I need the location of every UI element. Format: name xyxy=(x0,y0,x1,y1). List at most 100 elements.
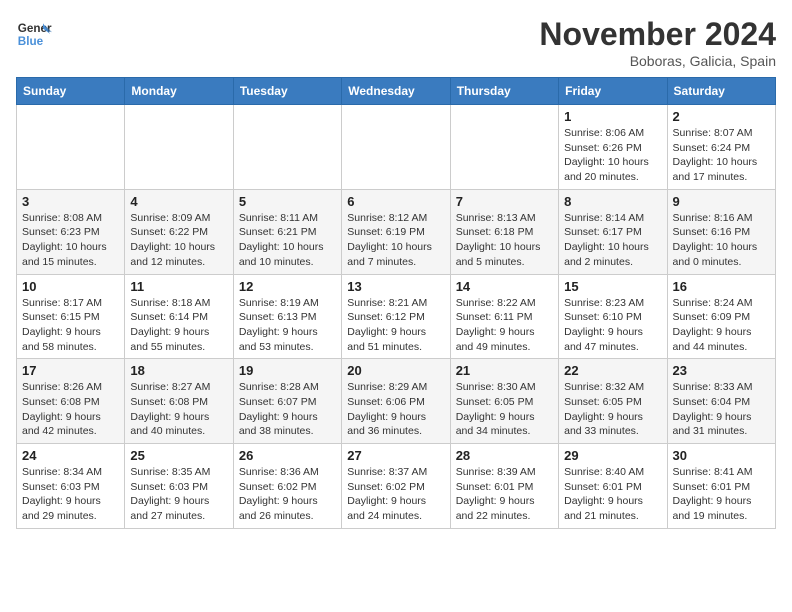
day-number: 28 xyxy=(456,448,553,463)
day-info: Sunrise: 8:36 AM Sunset: 6:02 PM Dayligh… xyxy=(239,465,336,524)
calendar-week-3: 10 Sunrise: 8:17 AM Sunset: 6:15 PM Dayli… xyxy=(17,274,776,359)
day-info: Sunrise: 8:12 AM Sunset: 6:19 PM Dayligh… xyxy=(347,211,444,270)
calendar-cell: 3Sunrise: 8:08 AM Sunset: 6:23 PM Daylig… xyxy=(17,189,125,274)
day-number: 8 xyxy=(564,194,661,209)
svg-text:Blue: Blue xyxy=(18,35,44,48)
calendar-cell xyxy=(233,105,341,190)
day-info: Sunrise: 8:16 AM Sunset: 6:16 PM Dayligh… xyxy=(673,211,770,270)
page-header: General Blue November 2024 Boboras, Gali… xyxy=(16,16,776,69)
day-info: Sunrise: 8:24 AM Sunset: 6:09 PM Dayligh… xyxy=(673,296,770,355)
location-subtitle: Boboras, Galicia, Spain xyxy=(539,53,776,69)
calendar-cell: 9 Sunrise: 8:16 AM Sunset: 6:16 PM Daylig… xyxy=(667,189,775,274)
logo: General Blue xyxy=(16,16,52,52)
day-info: Sunrise: 8:30 AM Sunset: 6:05 PM Dayligh… xyxy=(456,380,553,439)
day-info: Sunrise: 8:35 AM Sunset: 6:03 PM Dayligh… xyxy=(130,465,227,524)
day-number: 2 xyxy=(673,109,770,124)
day-number: 18 xyxy=(130,363,227,378)
calendar-cell: 27 Sunrise: 8:37 AM Sunset: 6:02 PM Dayli… xyxy=(342,444,450,529)
calendar-cell: 24 Sunrise: 8:34 AM Sunset: 6:03 PM Dayli… xyxy=(17,444,125,529)
day-info: Sunrise: 8:28 AM Sunset: 6:07 PM Dayligh… xyxy=(239,380,336,439)
calendar-cell: 28 Sunrise: 8:39 AM Sunset: 6:01 PM Dayli… xyxy=(450,444,558,529)
calendar-cell: 11 Sunrise: 8:18 AM Sunset: 6:14 PM Dayli… xyxy=(125,274,233,359)
day-number: 5 xyxy=(239,194,336,209)
day-number: 25 xyxy=(130,448,227,463)
day-number: 14 xyxy=(456,279,553,294)
calendar-cell: 14 Sunrise: 8:22 AM Sunset: 6:11 PM Dayli… xyxy=(450,274,558,359)
day-number: 17 xyxy=(22,363,119,378)
day-info: Sunrise: 8:23 AM Sunset: 6:10 PM Dayligh… xyxy=(564,296,661,355)
title-block: November 2024 Boboras, Galicia, Spain xyxy=(539,16,776,69)
calendar-cell: 6 Sunrise: 8:12 AM Sunset: 6:19 PM Daylig… xyxy=(342,189,450,274)
day-info: Sunrise: 8:06 AM Sunset: 6:26 PM Dayligh… xyxy=(564,126,661,185)
day-info: Sunrise: 8:33 AM Sunset: 6:04 PM Dayligh… xyxy=(673,380,770,439)
calendar-cell: 25 Sunrise: 8:35 AM Sunset: 6:03 PM Dayli… xyxy=(125,444,233,529)
calendar-cell: 23 Sunrise: 8:33 AM Sunset: 6:04 PM Dayli… xyxy=(667,359,775,444)
day-info: Sunrise: 8:27 AM Sunset: 6:08 PM Dayligh… xyxy=(130,380,227,439)
calendar-cell: 12 Sunrise: 8:19 AM Sunset: 6:13 PM Dayli… xyxy=(233,274,341,359)
day-info: Sunrise: 8:29 AM Sunset: 6:06 PM Dayligh… xyxy=(347,380,444,439)
calendar-week-1: 1 Sunrise: 8:06 AM Sunset: 6:26 PM Daylig… xyxy=(17,105,776,190)
calendar-cell: 18 Sunrise: 8:27 AM Sunset: 6:08 PM Dayli… xyxy=(125,359,233,444)
day-info: Sunrise: 8:37 AM Sunset: 6:02 PM Dayligh… xyxy=(347,465,444,524)
calendar-cell: 26 Sunrise: 8:36 AM Sunset: 6:02 PM Dayli… xyxy=(233,444,341,529)
day-info: Sunrise: 8:32 AM Sunset: 6:05 PM Dayligh… xyxy=(564,380,661,439)
month-title: November 2024 xyxy=(539,16,776,53)
header-thursday: Thursday xyxy=(450,78,558,105)
day-number: 26 xyxy=(239,448,336,463)
day-number: 7 xyxy=(456,194,553,209)
day-number: 29 xyxy=(564,448,661,463)
calendar-cell: 13Sunrise: 8:21 AM Sunset: 6:12 PM Dayli… xyxy=(342,274,450,359)
calendar-header-row: SundayMondayTuesdayWednesdayThursdayFrid… xyxy=(17,78,776,105)
calendar-cell: 8Sunrise: 8:14 AM Sunset: 6:17 PM Daylig… xyxy=(559,189,667,274)
calendar-cell: 16 Sunrise: 8:24 AM Sunset: 6:09 PM Dayli… xyxy=(667,274,775,359)
day-number: 30 xyxy=(673,448,770,463)
day-number: 21 xyxy=(456,363,553,378)
day-info: Sunrise: 8:34 AM Sunset: 6:03 PM Dayligh… xyxy=(22,465,119,524)
calendar-cell: 21 Sunrise: 8:30 AM Sunset: 6:05 PM Dayli… xyxy=(450,359,558,444)
day-info: Sunrise: 8:13 AM Sunset: 6:18 PM Dayligh… xyxy=(456,211,553,270)
day-info: Sunrise: 8:11 AM Sunset: 6:21 PM Dayligh… xyxy=(239,211,336,270)
day-number: 11 xyxy=(130,279,227,294)
calendar-cell: 30 Sunrise: 8:41 AM Sunset: 6:01 PM Dayli… xyxy=(667,444,775,529)
day-number: 22 xyxy=(564,363,661,378)
calendar-cell: 17Sunrise: 8:26 AM Sunset: 6:08 PM Dayli… xyxy=(17,359,125,444)
calendar-week-2: 3Sunrise: 8:08 AM Sunset: 6:23 PM Daylig… xyxy=(17,189,776,274)
header-saturday: Saturday xyxy=(667,78,775,105)
day-info: Sunrise: 8:18 AM Sunset: 6:14 PM Dayligh… xyxy=(130,296,227,355)
calendar-table: SundayMondayTuesdayWednesdayThursdayFrid… xyxy=(16,77,776,529)
day-info: Sunrise: 8:19 AM Sunset: 6:13 PM Dayligh… xyxy=(239,296,336,355)
header-sunday: Sunday xyxy=(17,78,125,105)
calendar-cell: 10 Sunrise: 8:17 AM Sunset: 6:15 PM Dayli… xyxy=(17,274,125,359)
day-number: 23 xyxy=(673,363,770,378)
header-monday: Monday xyxy=(125,78,233,105)
calendar-week-5: 24 Sunrise: 8:34 AM Sunset: 6:03 PM Dayli… xyxy=(17,444,776,529)
header-tuesday: Tuesday xyxy=(233,78,341,105)
calendar-cell: 7 Sunrise: 8:13 AM Sunset: 6:18 PM Daylig… xyxy=(450,189,558,274)
day-info: Sunrise: 8:39 AM Sunset: 6:01 PM Dayligh… xyxy=(456,465,553,524)
calendar-cell: 1 Sunrise: 8:06 AM Sunset: 6:26 PM Daylig… xyxy=(559,105,667,190)
calendar-cell: 22 Sunrise: 8:32 AM Sunset: 6:05 PM Dayli… xyxy=(559,359,667,444)
calendar-cell: 5 Sunrise: 8:11 AM Sunset: 6:21 PM Daylig… xyxy=(233,189,341,274)
day-number: 16 xyxy=(673,279,770,294)
calendar-cell xyxy=(342,105,450,190)
calendar-cell xyxy=(125,105,233,190)
day-number: 9 xyxy=(673,194,770,209)
day-info: Sunrise: 8:40 AM Sunset: 6:01 PM Dayligh… xyxy=(564,465,661,524)
day-info: Sunrise: 8:41 AM Sunset: 6:01 PM Dayligh… xyxy=(673,465,770,524)
calendar-week-4: 17Sunrise: 8:26 AM Sunset: 6:08 PM Dayli… xyxy=(17,359,776,444)
header-friday: Friday xyxy=(559,78,667,105)
day-number: 10 xyxy=(22,279,119,294)
day-info: Sunrise: 8:07 AM Sunset: 6:24 PM Dayligh… xyxy=(673,126,770,185)
calendar-cell: 4Sunrise: 8:09 AM Sunset: 6:22 PM Daylig… xyxy=(125,189,233,274)
day-info: Sunrise: 8:17 AM Sunset: 6:15 PM Dayligh… xyxy=(22,296,119,355)
day-number: 19 xyxy=(239,363,336,378)
day-info: Sunrise: 8:22 AM Sunset: 6:11 PM Dayligh… xyxy=(456,296,553,355)
day-info: Sunrise: 8:08 AM Sunset: 6:23 PM Dayligh… xyxy=(22,211,119,270)
day-number: 1 xyxy=(564,109,661,124)
day-info: Sunrise: 8:21 AM Sunset: 6:12 PM Dayligh… xyxy=(347,296,444,355)
day-number: 6 xyxy=(347,194,444,209)
day-number: 24 xyxy=(22,448,119,463)
day-number: 12 xyxy=(239,279,336,294)
day-number: 27 xyxy=(347,448,444,463)
calendar-cell xyxy=(17,105,125,190)
